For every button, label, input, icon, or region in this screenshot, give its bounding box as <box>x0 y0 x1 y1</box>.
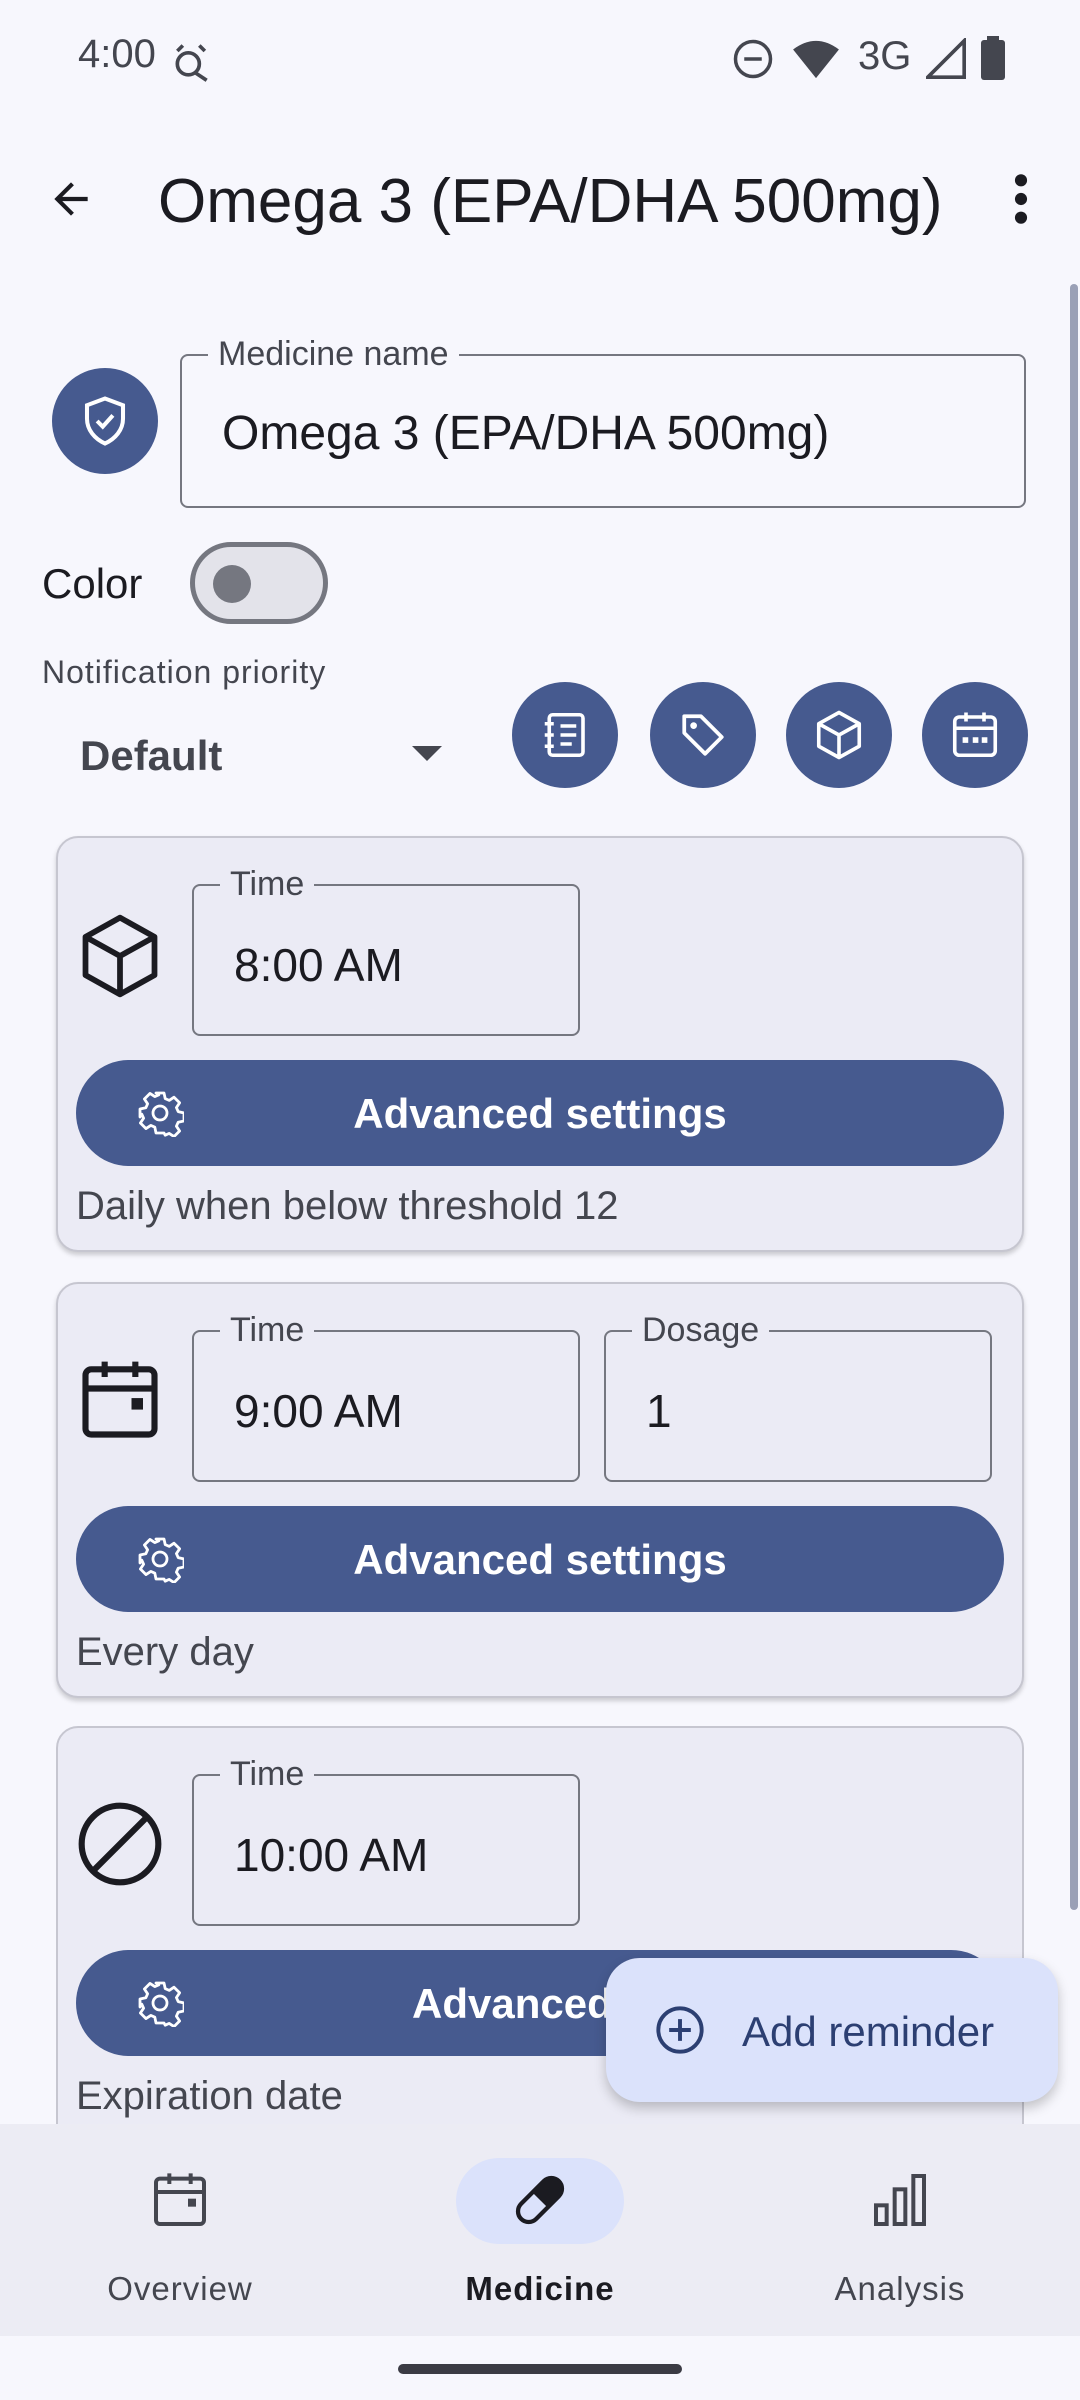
dosage-field[interactable]: Dosage 1 <box>604 1310 992 1482</box>
status-time: 4:00 <box>78 32 156 76</box>
more-options-button[interactable] <box>996 164 1046 234</box>
medicine-icon-button[interactable] <box>52 368 158 474</box>
gesture-handle[interactable] <box>398 2364 682 2374</box>
notification-priority-value: Default <box>80 732 223 779</box>
color-toggle[interactable] <box>190 542 328 624</box>
time-label: Time <box>220 1310 315 1350</box>
signal-icon <box>926 38 966 79</box>
gear-icon <box>138 1981 184 2027</box>
block-icon <box>78 1802 162 1886</box>
medicine-name-value: Omega 3 (EPA/DHA 500mg) <box>222 407 830 460</box>
medicine-name-label: Medicine name <box>208 334 459 374</box>
arrow-back-icon <box>54 182 88 216</box>
toggle-knob <box>213 565 251 603</box>
network-type: 3G <box>858 34 912 78</box>
nav-label-overview: Overview <box>107 2270 253 2307</box>
nav-item-overview[interactable]: Overview <box>0 2124 360 2336</box>
status-bar: 4:00 3G <box>0 0 1080 120</box>
reminder-summary: Expiration date <box>76 2074 343 2118</box>
time-field[interactable]: Time 8:00 AM <box>192 864 580 1036</box>
add-circle-icon <box>656 2006 704 2054</box>
bar-chart-icon <box>874 2174 926 2226</box>
pill-icon <box>515 2175 565 2225</box>
time-field[interactable]: Time 9:00 AM <box>192 1310 580 1482</box>
more-vert-icon <box>1014 174 1028 224</box>
box-icon <box>816 710 862 760</box>
back-button[interactable] <box>36 164 106 234</box>
wifi-icon <box>793 40 839 79</box>
tags-button[interactable] <box>650 682 756 788</box>
dropdown-arrow-icon <box>412 746 442 761</box>
reminder-summary: Daily when below threshold 12 <box>76 1184 619 1228</box>
time-label: Time <box>220 1754 315 1794</box>
add-reminder-button[interactable]: Add reminder <box>606 1958 1058 2102</box>
tag-icon <box>682 714 724 756</box>
time-label: Time <box>220 864 315 904</box>
shield-check-icon <box>84 396 126 446</box>
notes-button[interactable] <box>512 682 618 788</box>
box-icon <box>82 914 158 998</box>
do-not-disturb-icon <box>733 39 773 79</box>
time-value: 10:00 AM <box>234 1829 429 1881</box>
medicine-name-field[interactable]: Medicine name Omega 3 (EPA/DHA 500mg) <box>180 334 1026 508</box>
advanced-settings-label: Advanced settings <box>353 1536 727 1583</box>
calendar-icon <box>82 1361 158 1438</box>
notification-priority-label: Notification priority <box>42 654 327 690</box>
time-value: 8:00 AM <box>234 939 403 991</box>
nav-label-medicine: Medicine <box>465 2270 615 2307</box>
nav-item-analysis[interactable]: Analysis <box>720 2124 1080 2336</box>
nav-label-analysis: Analysis <box>834 2270 966 2307</box>
page-title: Omega 3 (EPA/DHA 500mg) <box>158 167 943 236</box>
dosage-label: Dosage <box>632 1310 770 1350</box>
time-field[interactable]: Time 10:00 AM <box>192 1754 580 1926</box>
scrollbar[interactable] <box>1070 284 1078 1910</box>
battery-icon <box>981 36 1005 80</box>
notes-icon <box>544 712 585 758</box>
reminder-card[interactable]: Time 9:00 AM Dosage 1 Advanced settings … <box>56 1282 1024 1698</box>
time-value: 9:00 AM <box>234 1385 403 1437</box>
calendar-icon <box>154 2173 206 2226</box>
alarm-icon <box>175 44 208 82</box>
advanced-settings-button[interactable]: Advanced settings <box>76 1060 1004 1166</box>
reminder-card[interactable]: Time 8:00 AM Advanced settings Daily whe… <box>56 836 1024 1252</box>
color-label: Color <box>42 560 143 607</box>
stock-button[interactable] <box>786 682 892 788</box>
schedule-button[interactable] <box>922 682 1028 788</box>
add-reminder-label: Add reminder <box>742 2008 995 2055</box>
dosage-value: 1 <box>646 1385 672 1437</box>
reminder-summary: Every day <box>76 1630 254 1674</box>
calendar-icon <box>952 712 998 758</box>
nav-item-medicine[interactable]: Medicine <box>360 2124 720 2336</box>
advanced-settings-button[interactable]: Advanced settings <box>76 1506 1004 1612</box>
advanced-settings-label: Advanced settings <box>353 1090 727 1137</box>
bottom-navigation: Overview Medicine Analysis <box>0 2124 1080 2336</box>
